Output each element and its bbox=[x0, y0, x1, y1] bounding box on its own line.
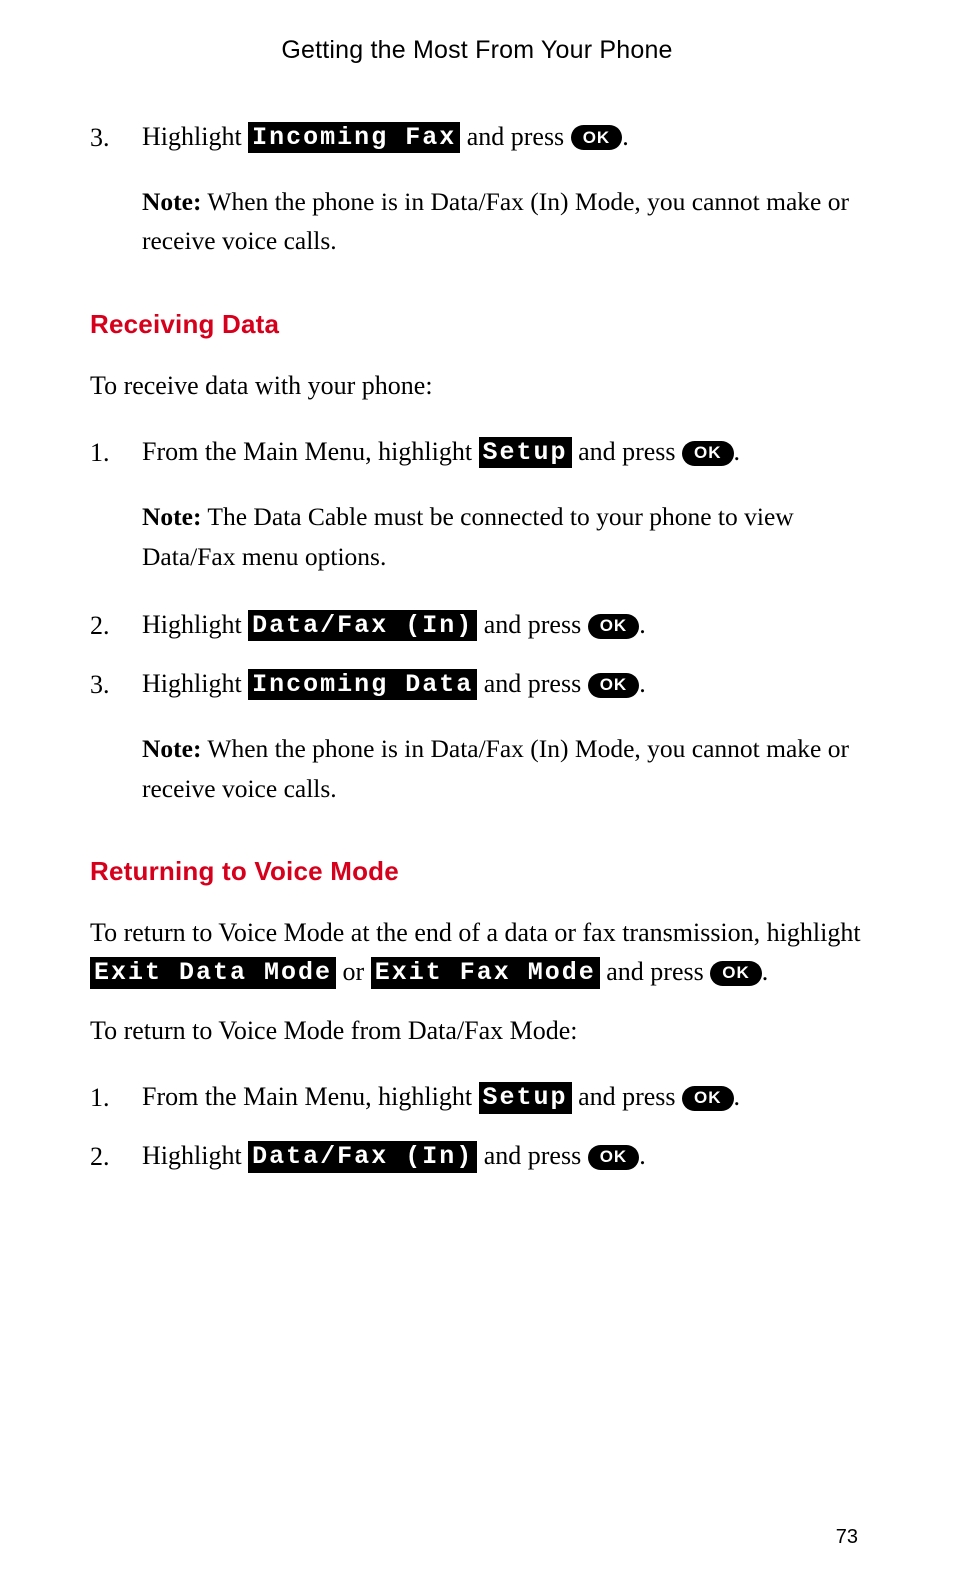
note-block: Note: When the phone is in Data/Fax (In)… bbox=[142, 182, 864, 261]
note-label: Note: bbox=[142, 734, 201, 763]
intro-text: To return to Voice Mode from Data/Fax Mo… bbox=[90, 1011, 864, 1050]
text-fragment: . bbox=[639, 1141, 646, 1170]
step-number: 1. bbox=[90, 433, 142, 586]
step-text: Highlight Data/Fax (In) and press OK. bbox=[142, 610, 646, 639]
note-block: Note: When the phone is in Data/Fax (In)… bbox=[142, 729, 864, 808]
text-fragment: and press bbox=[477, 610, 587, 639]
intro-text: To receive data with your phone: bbox=[90, 366, 864, 405]
text-fragment: and press bbox=[572, 1082, 682, 1111]
step-item: 3. Highlight Incoming Data and press OK.… bbox=[90, 665, 864, 818]
text-fragment: From the Main Menu, highlight bbox=[142, 1082, 479, 1111]
text-fragment: and press bbox=[600, 957, 710, 986]
menu-chip-exit-fax-mode: Exit Fax Mode bbox=[371, 957, 600, 988]
heading-returning-voice-mode: Returning to Voice Mode bbox=[90, 852, 864, 891]
ok-button-icon: OK bbox=[682, 441, 734, 466]
text-fragment: . bbox=[762, 957, 769, 986]
heading-receiving-data: Receiving Data bbox=[90, 305, 864, 344]
menu-chip-datafax-in: Data/Fax (In) bbox=[248, 610, 477, 641]
text-fragment: and press bbox=[460, 122, 570, 151]
page-number: 73 bbox=[836, 1522, 858, 1552]
text-fragment: . bbox=[734, 437, 741, 466]
text-fragment: . bbox=[622, 122, 629, 151]
step-item: 2. Highlight Data/Fax (In) and press OK. bbox=[90, 606, 864, 645]
step-text: Highlight Data/Fax (In) and press OK. bbox=[142, 1141, 646, 1170]
step-item: 2. Highlight Data/Fax (In) and press OK. bbox=[90, 1137, 864, 1176]
text-fragment: . bbox=[639, 610, 646, 639]
text-fragment: Highlight bbox=[142, 1141, 248, 1170]
step-text: Highlight Incoming Fax and press OK. bbox=[142, 122, 629, 151]
manual-page: Getting the Most From Your Phone 3. High… bbox=[0, 0, 954, 1590]
note-text: The Data Cable must be connected to your… bbox=[142, 502, 794, 571]
steps-fax-receive-tail: 3. Highlight Incoming Fax and press OK. … bbox=[90, 118, 864, 271]
ok-button-icon: OK bbox=[571, 125, 623, 150]
text-fragment: Highlight bbox=[142, 610, 248, 639]
step-text: From the Main Menu, highlight Setup and … bbox=[142, 437, 740, 466]
step-item: 1. From the Main Menu, highlight Setup a… bbox=[90, 433, 864, 586]
text-fragment: and press bbox=[572, 437, 682, 466]
text-fragment: From the Main Menu, highlight bbox=[142, 437, 479, 466]
text-fragment: . bbox=[734, 1082, 741, 1111]
step-item: 3. Highlight Incoming Fax and press OK. … bbox=[90, 118, 864, 271]
note-text: When the phone is in Data/Fax (In) Mode,… bbox=[142, 187, 849, 256]
note-text: When the phone is in Data/Fax (In) Mode,… bbox=[142, 734, 849, 803]
step-number: 2. bbox=[90, 606, 142, 645]
text-fragment: . bbox=[639, 669, 646, 698]
step-text: From the Main Menu, highlight Setup and … bbox=[142, 1082, 740, 1111]
text-fragment: and press bbox=[477, 1141, 587, 1170]
text-fragment: and press bbox=[477, 669, 587, 698]
body-paragraph: To return to Voice Mode at the end of a … bbox=[90, 913, 864, 991]
menu-chip-incoming-data: Incoming Data bbox=[248, 669, 477, 700]
steps-return-voice: 1. From the Main Menu, highlight Setup a… bbox=[90, 1078, 864, 1176]
step-text: Highlight Incoming Data and press OK. bbox=[142, 669, 646, 698]
ok-button-icon: OK bbox=[682, 1086, 734, 1111]
menu-chip-setup: Setup bbox=[479, 1082, 572, 1113]
note-label: Note: bbox=[142, 502, 201, 531]
ok-button-icon: OK bbox=[588, 673, 640, 698]
steps-receiving-data: 1. From the Main Menu, highlight Setup a… bbox=[90, 433, 864, 819]
menu-chip-exit-data-mode: Exit Data Mode bbox=[90, 957, 336, 988]
step-number: 2. bbox=[90, 1137, 142, 1176]
text-fragment: Highlight bbox=[142, 122, 248, 151]
step-number: 3. bbox=[90, 665, 142, 818]
ok-button-icon: OK bbox=[588, 1145, 640, 1170]
menu-chip-setup: Setup bbox=[479, 437, 572, 468]
ok-button-icon: OK bbox=[588, 614, 640, 639]
text-fragment: Highlight bbox=[142, 669, 248, 698]
text-fragment: or bbox=[336, 957, 371, 986]
menu-chip-datafax-in: Data/Fax (In) bbox=[248, 1141, 477, 1172]
step-number: 3. bbox=[90, 118, 142, 271]
note-label: Note: bbox=[142, 187, 201, 216]
menu-chip-incoming-fax: Incoming Fax bbox=[248, 122, 460, 153]
step-number: 1. bbox=[90, 1078, 142, 1117]
running-header: Getting the Most From Your Phone bbox=[90, 32, 864, 70]
ok-button-icon: OK bbox=[710, 961, 762, 986]
text-fragment: To return to Voice Mode at the end of a … bbox=[90, 918, 861, 947]
note-block: Note: The Data Cable must be connected t… bbox=[142, 497, 864, 576]
step-item: 1. From the Main Menu, highlight Setup a… bbox=[90, 1078, 864, 1117]
